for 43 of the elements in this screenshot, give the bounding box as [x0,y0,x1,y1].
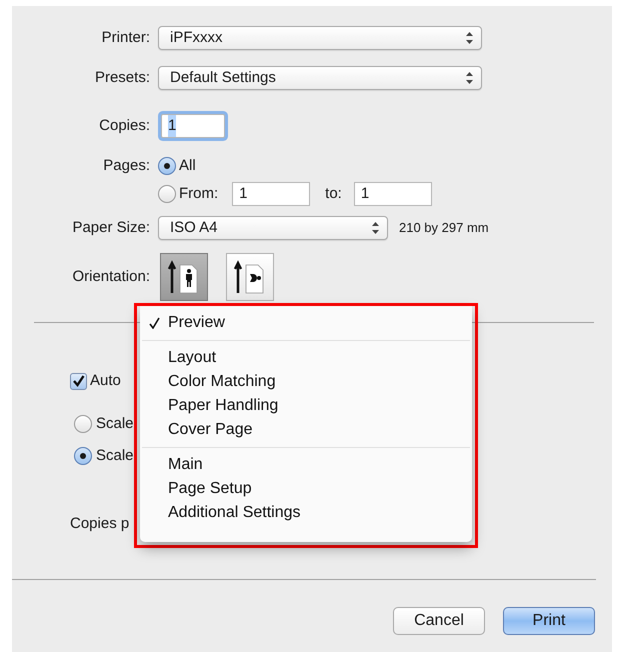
orientation-button[interactable] [160,253,208,301]
menu-item[interactable]: Paper Handling [140,394,472,418]
field-label: Pages: [103,156,150,176]
radio-label: Scale [96,414,134,434]
menu-item[interactable]: Cover Page [140,418,472,442]
portrait-page-icon [168,259,200,295]
menu-item[interactable]: Preview [140,311,472,335]
field-label: to: [325,184,342,204]
radio-button[interactable] [158,157,176,175]
radio-button[interactable] [158,185,176,203]
radio-label: Scale [96,446,134,466]
menu-item[interactable]: Main [140,453,472,477]
checkbox-label: Auto [90,370,121,391]
radio-label: All [179,156,196,176]
up-down-arrows-icon [372,222,379,234]
up-down-arrows-icon [466,32,473,44]
orientation-button[interactable] [226,253,274,301]
text-field[interactable]: 1 [161,114,225,138]
checkbox[interactable] [70,372,87,390]
paper-dimensions: 210 by 297 mm [399,219,489,238]
menu-item[interactable]: Layout [140,346,472,370]
text-field[interactable]: 1 [232,182,310,206]
print-button[interactable]: Print [503,607,595,635]
field-label: Presets: [94,68,150,88]
up-down-arrows-icon [466,72,473,84]
menu-item[interactable]: Color Matching [140,370,472,394]
field-label: Orientation: [72,266,150,287]
field-label: Copies: [99,116,150,136]
presets-popup[interactable]: Default Settings [158,66,482,90]
menu-item[interactable]: Page Setup [140,477,472,501]
landscape-page-icon [234,259,266,295]
radio-button[interactable] [74,447,92,465]
field-label: Copies p [70,514,130,534]
menu-item[interactable]: Additional Settings [140,501,472,525]
field-label: Printer: [102,28,150,48]
cancel-button[interactable]: Cancel [393,607,485,635]
checkmark-icon [148,317,160,329]
printer-popup[interactable]: iPFxxxx [158,26,482,50]
radio-button[interactable] [74,415,92,433]
text-field[interactable]: 1 [354,182,432,206]
paper-size-popup[interactable]: ISO A4 [158,216,388,240]
radio-label: From: [179,184,218,204]
field-label: Paper Size: [72,218,150,238]
